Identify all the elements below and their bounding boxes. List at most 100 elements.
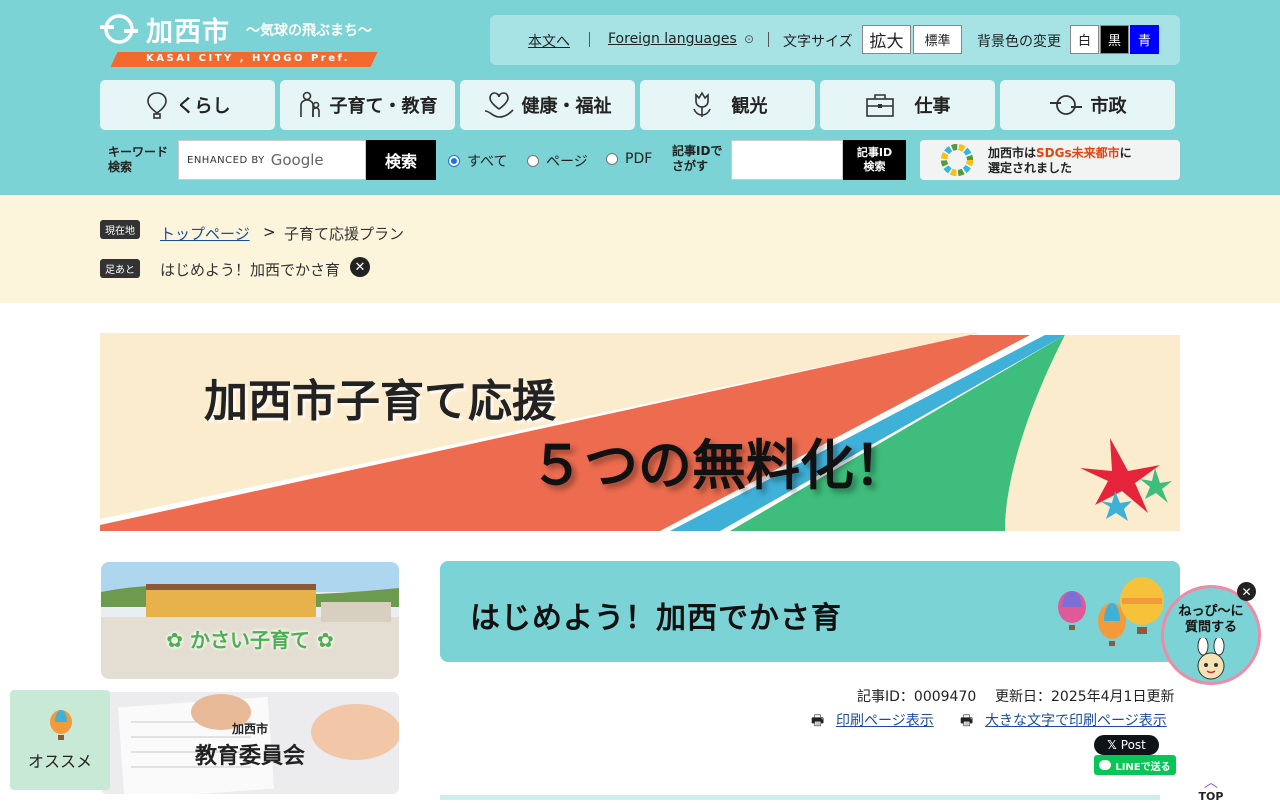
nav-shisei[interactable]: 市政: [1000, 80, 1175, 130]
breadcrumb-separator: >: [263, 223, 276, 241]
clover-icon: ✿: [316, 628, 334, 652]
radio-label: PDF: [625, 151, 653, 167]
content-section-top: [440, 795, 1160, 800]
line-logo-icon: [1099, 760, 1112, 770]
bg-white-button[interactable]: 白: [1070, 25, 1099, 54]
bg-black-button[interactable]: 黒: [1100, 25, 1129, 54]
page-title: はじめよう！加西でかさ育: [470, 601, 842, 636]
hot-air-balloons-icon: [1058, 577, 1164, 646]
nav-kosodate[interactable]: 子育て・教育: [280, 80, 455, 130]
search-placeholder-prefix: ENHANCED BY: [187, 154, 265, 166]
keyword-search-input[interactable]: ENHANCED BY Google: [178, 140, 366, 180]
breadcrumb-current: 子育て応援プラン: [284, 225, 405, 243]
family-icon: [299, 91, 320, 117]
sdgs-wheel-icon: [941, 144, 973, 176]
clover-icon: ✿: [166, 628, 184, 652]
sdgs-text: 加西市はSDGs未来都市に 選定されました: [988, 146, 1132, 175]
history-item-link[interactable]: はじめよう！加西でかさ育: [160, 259, 340, 280]
balloon-icon: [50, 710, 72, 740]
article-updated: 更新日：2025年4月1日更新: [995, 689, 1175, 705]
rabbit-mascot-icon: [1197, 638, 1225, 680]
nav-label: くらし: [176, 96, 231, 117]
city-emblem-icon: [100, 14, 138, 44]
breadcrumb-top-link[interactable]: トップページ: [160, 223, 250, 244]
divider: [589, 32, 590, 47]
utility-bar: 本文へ Foreign languages ⊙ 文字サイズ 拡大 標準 背景色の…: [490, 15, 1180, 65]
font-size-normal-button[interactable]: 標準: [913, 25, 962, 54]
hero-banner: 加西市子育て応援 ５つの無料化！: [100, 333, 1180, 531]
foreign-languages-link[interactable]: Foreign languages: [608, 31, 737, 47]
nav-label: 観光: [731, 96, 768, 117]
back-to-top-button[interactable]: ︿ TOP: [1194, 775, 1228, 803]
bg-blue-button[interactable]: 青: [1130, 25, 1159, 54]
back-to-top-label: TOP: [1198, 790, 1224, 803]
nav-kenko[interactable]: 健康・福祉: [460, 80, 635, 130]
nav-shigoto[interactable]: 仕事: [820, 80, 995, 130]
logo-tagline: 〜気球の飛ぶまち〜: [246, 23, 372, 39]
search-placeholder-brand: Google: [270, 151, 324, 169]
article-id-input[interactable]: [731, 140, 843, 180]
scope-page-radio[interactable]: ページ: [527, 151, 588, 171]
heart-hand-icon: [484, 92, 514, 118]
circle-chevron-icon[interactable]: ⊙: [744, 32, 754, 46]
article-id: 記事ID：0009470: [857, 689, 977, 705]
nav-label: 子育て・教育: [329, 96, 438, 117]
x-post-button[interactable]: 𝕏 Post: [1094, 735, 1159, 755]
site-logo[interactable]: 加西市: [146, 10, 230, 49]
print-large-link[interactable]: 大きな文字で印刷ページ表示: [985, 710, 1167, 730]
chevron-up-icon: ︿: [1204, 775, 1218, 791]
city-emblem-icon: [1049, 95, 1082, 115]
current-location-tag: 現在地: [100, 220, 140, 239]
scope-all-radio[interactable]: すべて: [448, 151, 507, 171]
radio-label: ページ: [546, 154, 588, 170]
article-id-search-button[interactable]: 記事ID 検索: [843, 140, 906, 180]
close-chat-icon[interactable]: ✕: [1237, 582, 1256, 601]
logo-english: KASAI CITY , HYOGO Pref.: [146, 53, 351, 64]
banner-title-line2: ５つの無料化！: [530, 434, 908, 497]
keyword-search-label: キーワード 検索: [108, 145, 169, 174]
nav-label: 仕事: [914, 96, 951, 117]
radio-unchecked-icon: [527, 155, 539, 167]
font-size-label: 文字サイズ: [783, 34, 853, 50]
print-page-link[interactable]: 印刷ページ表示: [836, 710, 934, 730]
skip-to-content-link[interactable]: 本文へ: [528, 31, 570, 51]
nav-kurashi[interactable]: くらし: [100, 80, 275, 130]
radio-unchecked-icon: [606, 153, 618, 165]
kindergarten-photo: [101, 562, 399, 679]
breadcrumb-area: 現在地 トップページ > 子育て応援プラン 足あと はじめよう！加西でかさ育 ✕: [0, 195, 1280, 303]
close-icon[interactable]: ✕: [350, 257, 370, 277]
sdgs-banner[interactable]: 加西市はSDGs未来都市に 選定されました: [920, 140, 1180, 180]
radio-label: すべて: [467, 154, 508, 170]
line-share-button[interactable]: LINEで送る: [1094, 755, 1176, 775]
divider: [768, 32, 769, 47]
printer-icon: 🖶: [960, 713, 974, 729]
recommend-button[interactable]: オススメ: [10, 690, 110, 790]
history-tag: 足あと: [100, 259, 140, 278]
nav-kanko[interactable]: 観光: [640, 80, 815, 130]
search-button[interactable]: 検索: [366, 140, 436, 180]
tulip-icon: [692, 91, 711, 117]
article-title-bar: はじめよう！加西でかさ育: [440, 561, 1180, 662]
recommend-label: オススメ: [27, 752, 92, 771]
banner-title-line1: 加西市子育て応援: [204, 376, 556, 427]
scope-pdf-radio[interactable]: PDF: [606, 151, 652, 167]
sidebar-card-label: 教育委員会: [194, 744, 305, 769]
sidebar-card-kasai-kosodate[interactable]: ✿ かさい子育て ✿: [101, 562, 399, 679]
line-share-label: LINEで送る: [1115, 761, 1171, 773]
sidebar-card-sublabel: 加西市: [231, 722, 268, 736]
sidebar-card-label: ✿ かさい子育て ✿: [166, 628, 334, 652]
printer-icon: 🖶: [811, 713, 825, 729]
background-color-label: 背景色の変更: [977, 34, 1061, 50]
article-id-search-label: 記事IDで さがす: [672, 144, 723, 173]
x-logo-icon: 𝕏: [1107, 738, 1117, 752]
balloon-icon: [146, 92, 167, 119]
briefcase-icon: [865, 94, 894, 117]
chat-label: ねっぴ〜に 質問する: [1178, 604, 1244, 635]
nav-label: 市政: [1090, 96, 1127, 117]
x-post-label: Post: [1120, 738, 1146, 752]
nav-label: 健康・福祉: [521, 96, 612, 117]
sidebar-card-board-of-education[interactable]: 加西市 教育委員会: [101, 692, 399, 794]
radio-checked-icon: [448, 155, 460, 167]
site-header: 加西市 〜気球の飛ぶまち〜 KASAI CITY , HYOGO Pref. 本…: [0, 0, 1280, 195]
font-size-large-button[interactable]: 拡大: [862, 25, 911, 54]
